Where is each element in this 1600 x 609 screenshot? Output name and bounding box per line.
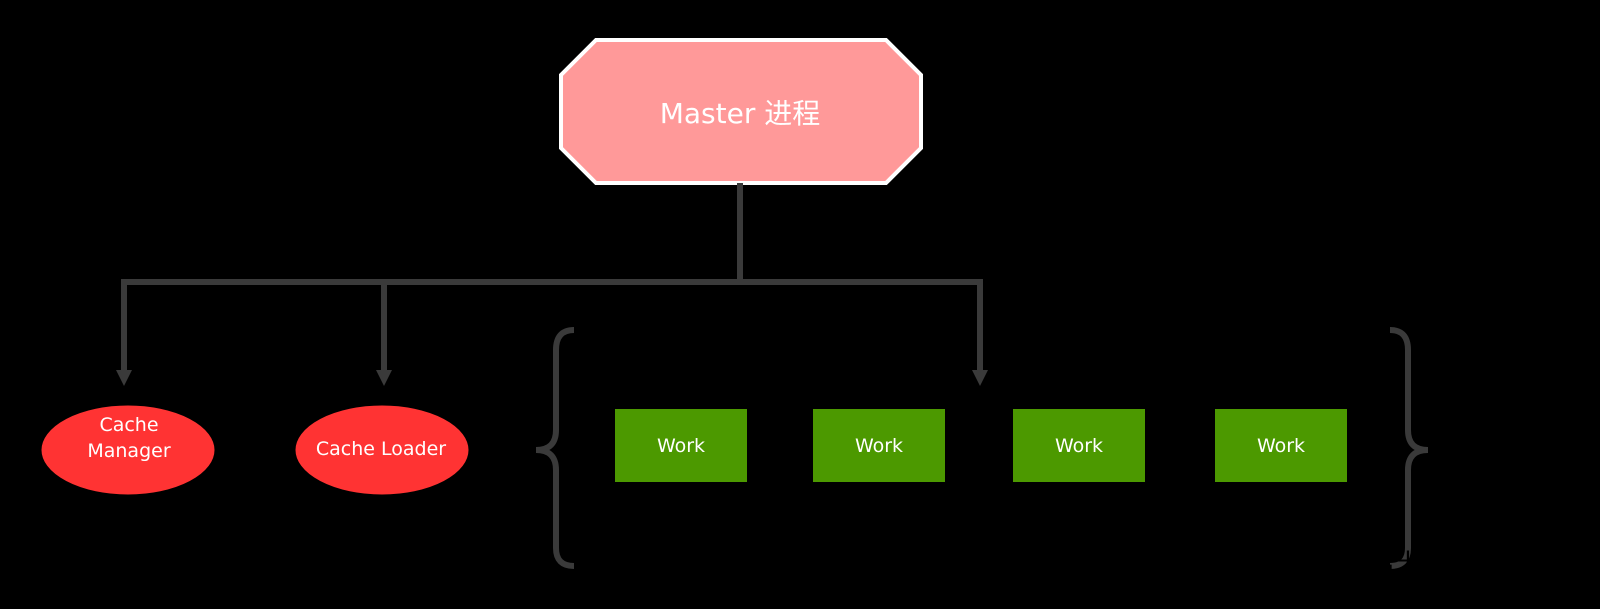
left-brace [535,327,575,569]
worker-process-node: Work [813,409,945,482]
cache-loader-label: Cache Loader [315,438,447,460]
worker-process-node: Work [1215,409,1347,482]
cache-manager-label: Cache Manager [40,412,218,464]
arrowhead-cache-loader [376,370,392,386]
workers-group-caption: worker 进程 [880,529,1029,559]
worker-process-node: Work [615,409,747,482]
cache-manager-label-line2: Manager [87,440,171,462]
arrowhead-workers [972,370,988,386]
cache-manager-label-line1: Cache [99,414,159,436]
right-brace [1389,327,1429,569]
worker-process-node: Work [1013,409,1145,482]
arrowheads [116,370,988,386]
watermark: @稀土掘金技术社区 [1337,548,1590,581]
connector-lines [121,183,983,370]
master-process-label: Master 进程 [659,97,821,130]
arrowhead-cache-manager [116,370,132,386]
